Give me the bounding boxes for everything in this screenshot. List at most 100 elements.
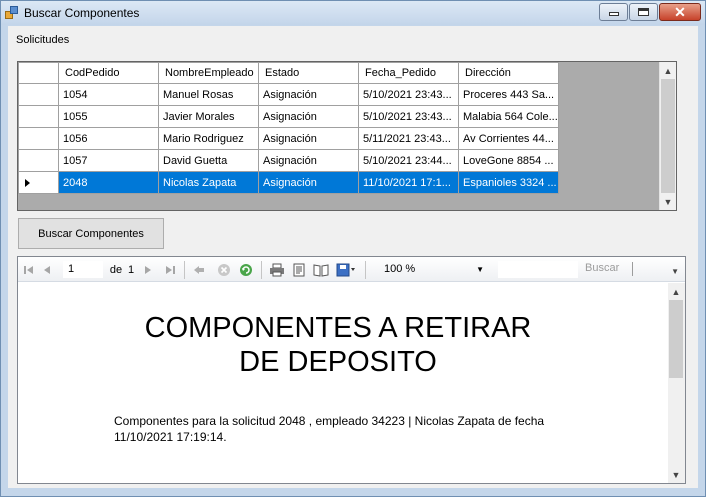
- scroll-thumb[interactable]: [661, 79, 675, 193]
- report-viewer: 1 de 1 100 % ▼ Buscar ▼ COMPONENTES A RE…: [17, 256, 686, 484]
- page-of-label: de: [109, 264, 123, 276]
- cell-text: Espanioles 3324 ...: [463, 176, 557, 189]
- find-text-input[interactable]: [498, 261, 578, 278]
- cell-codpedido[interactable]: 2048: [58, 171, 159, 194]
- report-toolbar: 1 de 1 100 % ▼ Buscar ▼: [18, 257, 685, 282]
- table-row-selected[interactable]: 2048 Nicolas Zapata Asignación 11/10/202…: [18, 171, 559, 194]
- cell-nombreempleado[interactable]: Manuel Rosas: [158, 83, 259, 106]
- minimize-button[interactable]: [599, 3, 628, 21]
- cell-codpedido[interactable]: 1057: [58, 149, 159, 172]
- cell-text: Asignación: [263, 176, 317, 189]
- cell-codpedido[interactable]: 1055: [58, 105, 159, 128]
- cell-fecha-pedido[interactable]: 5/11/2021 23:43...: [358, 127, 459, 150]
- zoom-select[interactable]: 100 % ▼: [378, 261, 490, 278]
- cell-direccion[interactable]: Espanioles 3324 ...: [458, 171, 559, 194]
- column-header-nombreempleado[interactable]: NombreEmpleado: [158, 62, 259, 84]
- row-header[interactable]: [18, 127, 59, 150]
- cell-direccion[interactable]: LoveGone 8854 ...: [458, 149, 559, 172]
- cell-direccion[interactable]: Av Corrientes 44...: [458, 127, 559, 150]
- grid-corner-header[interactable]: [18, 62, 59, 84]
- title-bar: Buscar Componentes ✕: [1, 1, 705, 25]
- page-total-label: 1: [127, 264, 135, 276]
- table-row[interactable]: 1055 Javier Morales Asignación 5/10/2021…: [18, 105, 559, 128]
- first-page-icon[interactable]: [22, 262, 36, 278]
- report-description: Componentes para la solicitud 2048 , emp…: [114, 414, 545, 444]
- column-header-direccion[interactable]: Dirección: [458, 62, 559, 84]
- cell-fecha-pedido[interactable]: 11/10/2021 17:1...: [358, 171, 459, 194]
- cell-codpedido[interactable]: 1056: [58, 127, 159, 150]
- cell-nombreempleado[interactable]: Nicolas Zapata: [158, 171, 259, 194]
- column-header-fecha-pedido[interactable]: Fecha_Pedido: [358, 62, 459, 84]
- chevron-down-icon: ▼: [476, 265, 484, 274]
- cell-estado[interactable]: Asignación: [258, 83, 359, 106]
- cell-direccion[interactable]: Proceres 443 Sa...: [458, 83, 559, 106]
- zoom-value: 100 %: [384, 263, 416, 275]
- cell-nombreempleado[interactable]: Javier Morales: [158, 105, 259, 128]
- close-button[interactable]: ✕: [659, 3, 701, 21]
- grid-vertical-scrollbar[interactable]: ▲ ▼: [659, 62, 676, 210]
- row-header[interactable]: [18, 83, 59, 106]
- report-title-line: DE DEPOSITO: [239, 346, 437, 378]
- current-page-input[interactable]: 1: [63, 261, 103, 278]
- cell-fecha-pedido[interactable]: 5/10/2021 23:43...: [358, 105, 459, 128]
- cell-text: 2048: [63, 176, 88, 189]
- cell-estado[interactable]: Asignación: [258, 149, 359, 172]
- print-icon[interactable]: [268, 262, 286, 278]
- scroll-thumb[interactable]: [669, 300, 683, 378]
- column-header-codpedido[interactable]: CodPedido: [58, 62, 159, 84]
- app-window: Buscar Componentes ✕ Solicitudes CodPedi…: [0, 0, 706, 497]
- row-header-current[interactable]: [18, 171, 59, 194]
- find-link[interactable]: Buscar: [585, 262, 619, 274]
- solicitudes-label: Solicitudes: [16, 34, 70, 46]
- scroll-down-icon[interactable]: ▼: [660, 193, 676, 210]
- cell-nombreempleado[interactable]: Mario Rodriguez: [158, 127, 259, 150]
- cell-fecha-pedido[interactable]: 5/10/2021 23:43...: [358, 83, 459, 106]
- last-page-icon[interactable]: [163, 262, 177, 278]
- toolbar-overflow-icon[interactable]: ▼: [671, 267, 679, 276]
- column-header-estado[interactable]: Estado: [258, 62, 359, 84]
- scroll-down-icon[interactable]: ▼: [668, 466, 684, 483]
- scroll-up-icon[interactable]: ▲: [660, 62, 676, 79]
- toolbar-separator: [184, 261, 185, 279]
- toolbar-separator: [261, 261, 262, 279]
- row-header[interactable]: [18, 149, 59, 172]
- maximize-icon: [638, 8, 649, 16]
- window-title: Buscar Componentes: [24, 6, 140, 20]
- cell-text: Av Corrientes 44...: [463, 132, 554, 145]
- cell-text: 5/10/2021 23:43...: [363, 88, 452, 101]
- cell-estado[interactable]: Asignación: [258, 105, 359, 128]
- minimize-icon: [608, 12, 619, 16]
- cell-text: Asignación: [263, 88, 317, 101]
- cell-text: 5/10/2021 23:43...: [363, 110, 452, 123]
- scroll-up-icon[interactable]: ▲: [668, 283, 684, 300]
- stop-icon[interactable]: [216, 262, 232, 278]
- refresh-icon[interactable]: [238, 262, 254, 278]
- cell-nombreempleado[interactable]: David Guetta: [158, 149, 259, 172]
- report-title: COMPONENTES A RETIRAR DE DEPOSITO: [118, 311, 558, 379]
- cell-text: 1054: [63, 88, 88, 101]
- page-setup-icon[interactable]: [313, 262, 329, 278]
- next-page-icon[interactable]: [141, 262, 155, 278]
- back-icon[interactable]: [192, 262, 206, 278]
- previous-page-icon[interactable]: [40, 262, 54, 278]
- cell-fecha-pedido[interactable]: 5/10/2021 23:44...: [358, 149, 459, 172]
- cell-codpedido[interactable]: 1054: [58, 83, 159, 106]
- cell-text: Malabia 564 Cole...: [463, 110, 557, 123]
- cell-direccion[interactable]: Malabia 564 Cole...: [458, 105, 559, 128]
- table-row[interactable]: 1054 Manuel Rosas Asignación 5/10/2021 2…: [18, 83, 559, 106]
- report-title-line: COMPONENTES A RETIRAR: [144, 312, 532, 344]
- print-layout-icon[interactable]: [291, 262, 307, 278]
- maximize-button[interactable]: [629, 3, 658, 21]
- buscar-componentes-button[interactable]: Buscar Componentes: [18, 218, 164, 249]
- solicitudes-grid[interactable]: CodPedido NombreEmpleado Estado Fecha_Pe…: [17, 61, 677, 211]
- table-row[interactable]: 1056 Mario Rodriguez Asignación 5/11/202…: [18, 127, 559, 150]
- toolbar-separator: [365, 261, 366, 279]
- report-vertical-scrollbar[interactable]: ▲ ▼: [668, 283, 685, 483]
- cell-estado[interactable]: Asignación: [258, 171, 359, 194]
- export-icon[interactable]: [335, 262, 359, 278]
- cell-estado[interactable]: Asignación: [258, 127, 359, 150]
- cell-text: Asignación: [263, 154, 317, 167]
- row-header[interactable]: [18, 105, 59, 128]
- table-row[interactable]: 1057 David Guetta Asignación 5/10/2021 2…: [18, 149, 559, 172]
- report-page: COMPONENTES A RETIRAR DE DEPOSITO Compon…: [18, 283, 668, 483]
